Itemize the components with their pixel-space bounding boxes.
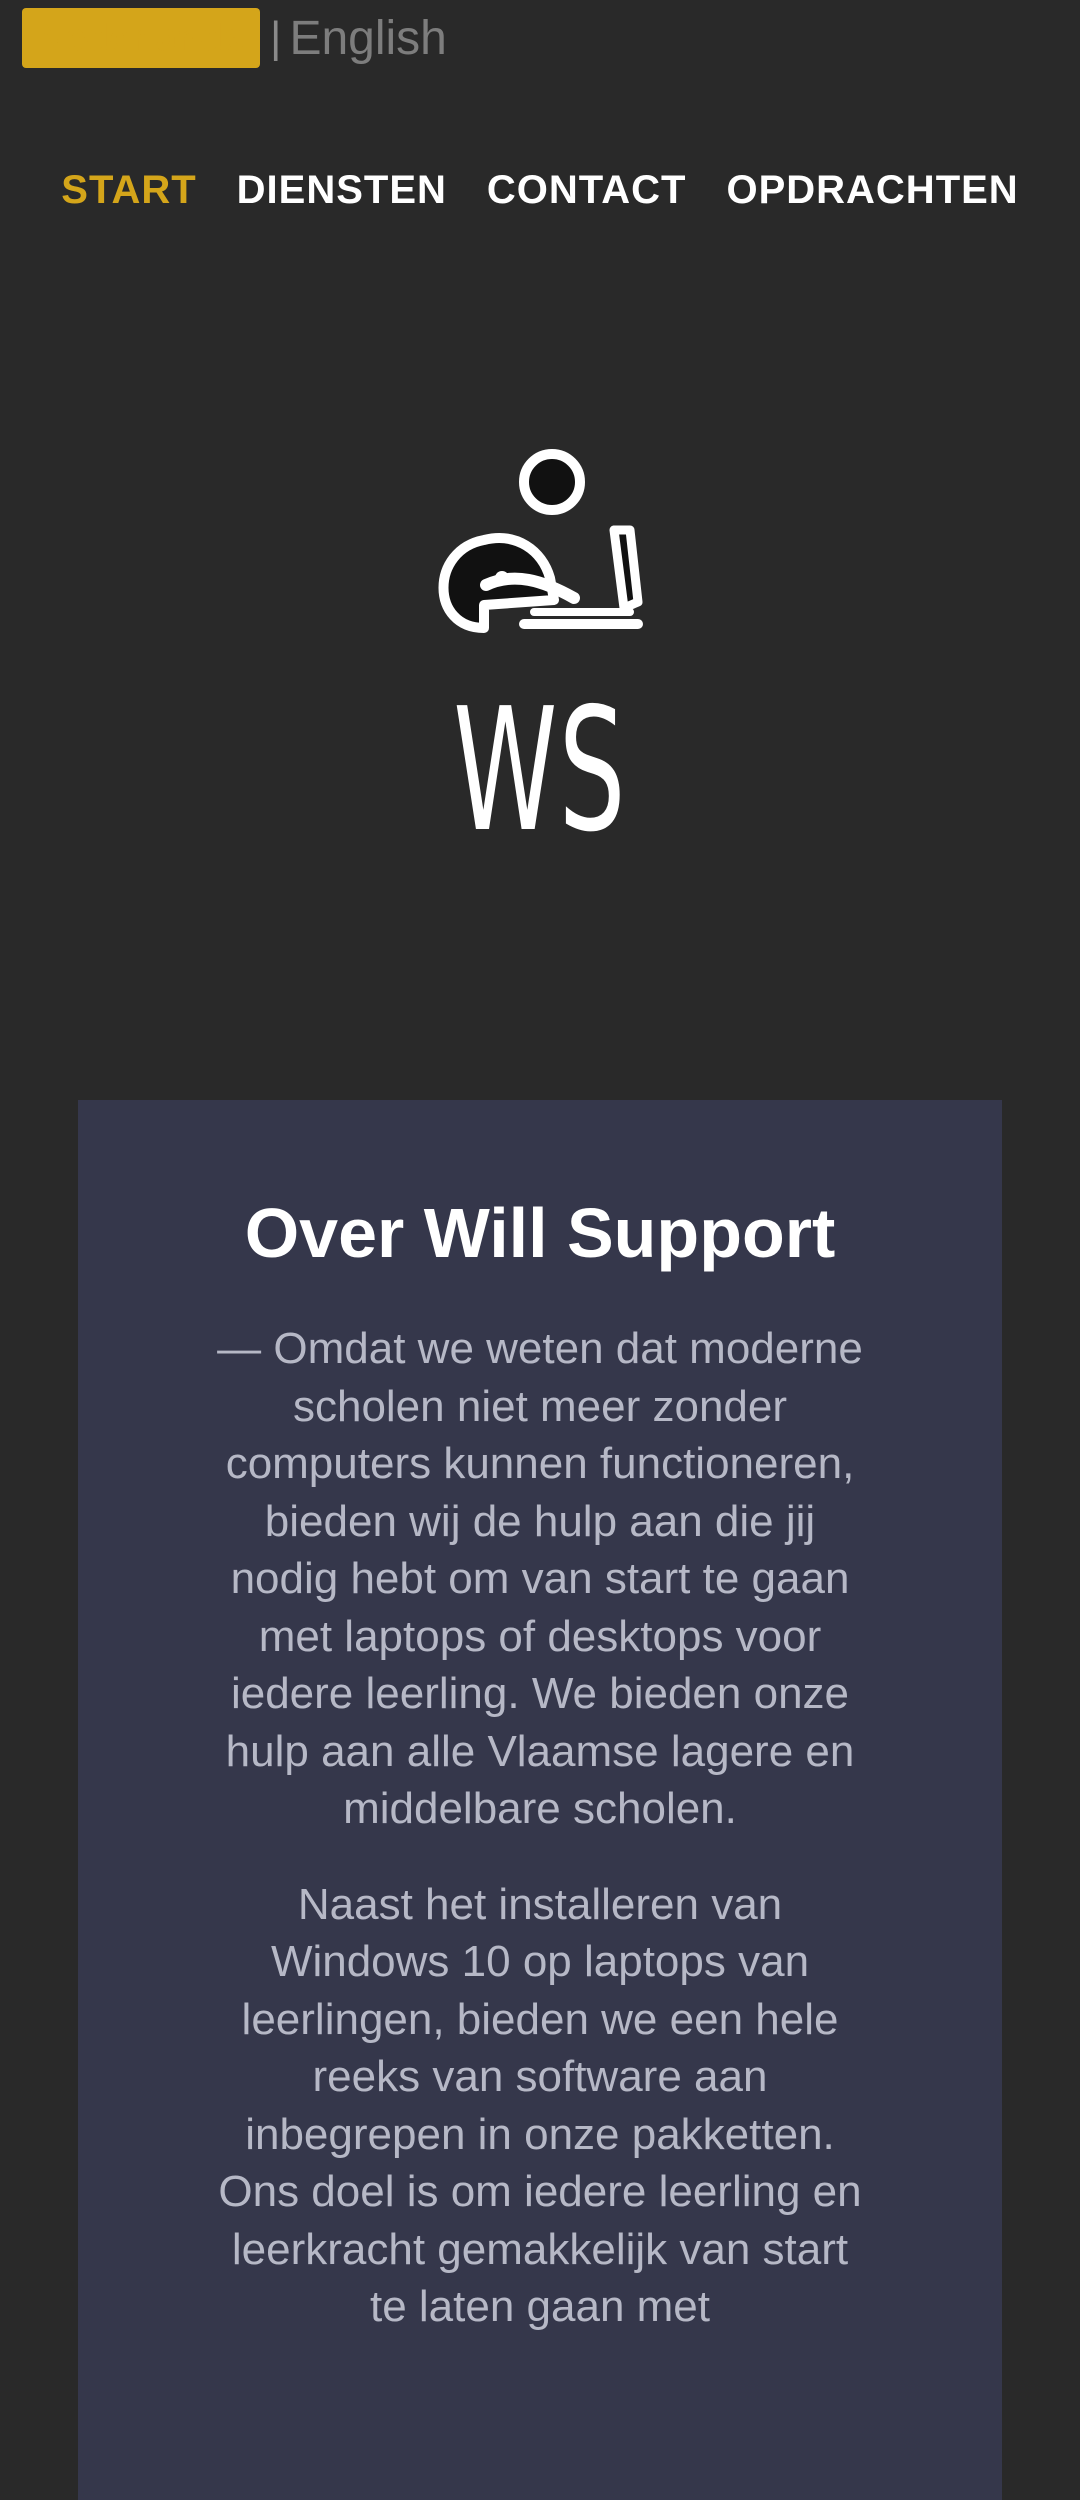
language-switcher: Nederlands | English — [22, 8, 447, 68]
about-paragraph: — Omdat we weten dat moderne scholen nie… — [217, 1324, 863, 1833]
logo-text: WS — [453, 672, 627, 870]
nav-item-diensten[interactable]: DIENSTEN — [237, 162, 447, 218]
language-nederlands-button[interactable]: Nederlands — [22, 8, 260, 68]
person-laptop-icon — [424, 440, 654, 640]
nav-item-opdrachten[interactable]: OPDRACHTEN — [726, 162, 1018, 218]
language-english-link[interactable]: English — [289, 11, 446, 66]
nav-item-contact[interactable]: CONTACT — [487, 162, 687, 218]
language-separator: | — [270, 13, 282, 62]
about-card: Over Will Support — Omdat we weten dat m… — [78, 1100, 1002, 2500]
main-nav: START DIENSTEN CONTACT OPDRACHTEN — [0, 162, 1080, 218]
about-body: — Omdat we weten dat moderne scholen nie… — [210, 1320, 870, 2336]
nav-item-start[interactable]: START — [61, 162, 196, 218]
about-title: Over Will Support — [244, 1194, 836, 1272]
about-paragraph: Naast het installeren van Windows 10 op … — [218, 1879, 862, 2332]
